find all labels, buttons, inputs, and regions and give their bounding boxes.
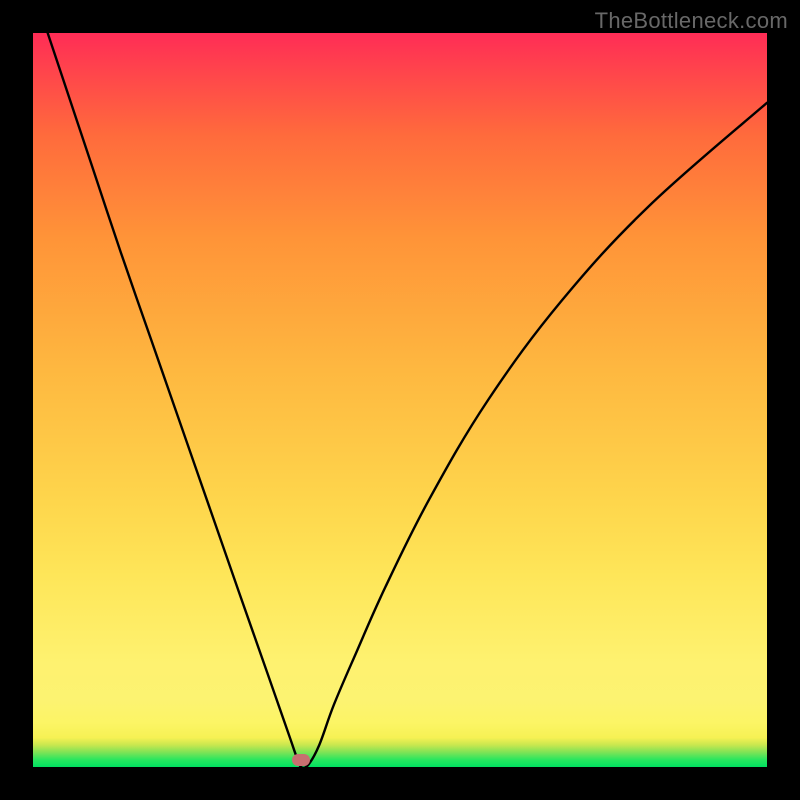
plot-area [33, 33, 767, 767]
watermark-text: TheBottleneck.com [595, 8, 788, 34]
chart-curve [33, 33, 767, 767]
curve-minimum-marker [292, 754, 310, 766]
